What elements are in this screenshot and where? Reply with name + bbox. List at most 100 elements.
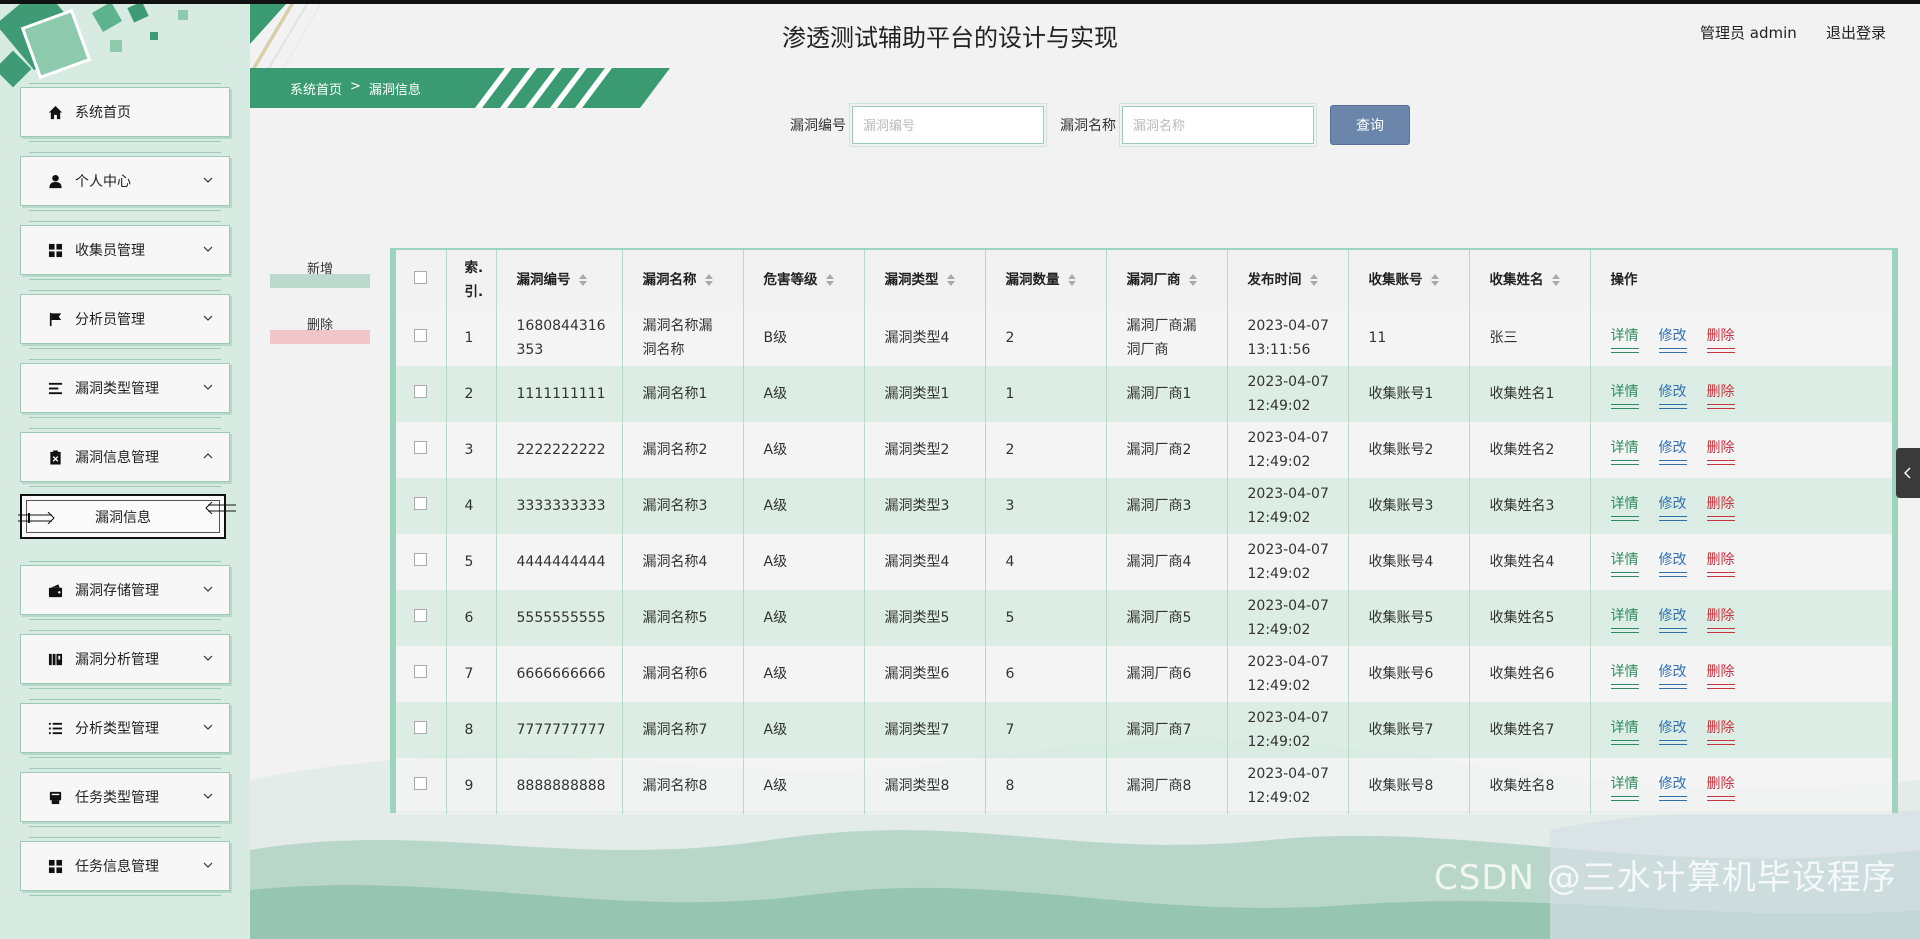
sidebar-item-task-info-management[interactable]: 任务信息管理 <box>20 837 230 896</box>
delete-link[interactable]: 删除 <box>1706 660 1735 689</box>
sidebar-item-home[interactable]: 系统首页 <box>20 83 230 142</box>
cell-index: 2 <box>446 366 497 422</box>
select-all-checkbox[interactable] <box>414 271 428 284</box>
detail-link[interactable]: 详情 <box>1610 716 1639 745</box>
cell-collector-name-text: 收集姓名7 <box>1489 722 1555 738</box>
cell-severity-text: A级 <box>763 722 788 738</box>
vuln-code-input[interactable] <box>849 103 1047 147</box>
edit-link[interactable]: 修改 <box>1658 436 1687 465</box>
cell-severity: A级 <box>743 702 865 758</box>
detail-link[interactable]: 详情 <box>1610 380 1639 409</box>
edit-link[interactable]: 修改 <box>1658 380 1687 409</box>
edit-link[interactable]: 修改 <box>1658 716 1687 745</box>
cell-vuln-name: 漏洞名称8 <box>622 758 744 814</box>
row-checkbox[interactable] <box>414 721 428 734</box>
sidebar-item-analyst-management[interactable]: 分析员管理 <box>20 290 230 349</box>
row-checkbox[interactable] <box>414 777 428 790</box>
cell-vuln-type-text: 漏洞类型2 <box>884 442 950 458</box>
cell-collector-account-text: 收集账号7 <box>1368 722 1434 738</box>
detail-link[interactable]: 详情 <box>1610 492 1639 521</box>
delete-link[interactable]: 删除 <box>1706 492 1735 521</box>
header-vendor[interactable]: 漏洞厂商 <box>1106 250 1228 310</box>
detail-link[interactable]: 详情 <box>1610 436 1639 465</box>
collapse-handle[interactable] <box>1896 448 1920 498</box>
cell-vuln-name-text: 漏洞名称3 <box>642 498 708 514</box>
cell-vuln-type: 漏洞类型5 <box>864 590 986 646</box>
sidebar-item-task-type-management[interactable]: 任务类型管理 <box>20 768 230 827</box>
cell-publish-time-text: 2023-04-07 <box>1247 654 1329 670</box>
query-button[interactable]: 查询 <box>1330 105 1410 145</box>
header-vuln-name[interactable]: 漏洞名称 <box>622 250 744 310</box>
row-checkbox[interactable] <box>414 385 428 398</box>
detail-link[interactable]: 详情 <box>1610 772 1639 801</box>
sidebar-item-label: 个人中心 <box>75 174 131 190</box>
delete-link[interactable]: 删除 <box>1706 604 1735 633</box>
row-checkbox[interactable] <box>414 497 428 510</box>
grid-icon <box>47 858 63 874</box>
cell-vendor-text: 漏洞厂商7 <box>1126 722 1192 738</box>
breadcrumb-home[interactable]: 系统首页 <box>290 79 342 98</box>
cell-collector-name-text: 收集姓名6 <box>1489 666 1555 682</box>
edit-link[interactable]: 修改 <box>1658 772 1687 801</box>
logout-link[interactable]: 退出登录 <box>1826 22 1886 43</box>
detail-link[interactable]: 详情 <box>1610 324 1639 353</box>
sidebar-item-vuln-info-management[interactable]: 漏洞信息管理 <box>20 428 230 487</box>
cell-vuln-code-text: 7777777777 <box>516 722 606 738</box>
cell-collector-name-text: 收集姓名2 <box>1489 442 1555 458</box>
delete-selected-button[interactable]: 删除 <box>270 314 370 344</box>
cell-publish-time-text: 2023-04-07 <box>1247 766 1329 782</box>
header-collector-account[interactable]: 收集账号 <box>1348 250 1470 310</box>
cell-operations: 详情 修改 删除 <box>1590 366 1892 422</box>
detail-link[interactable]: 详情 <box>1610 604 1639 633</box>
sidebar-item-personal-center[interactable]: 个人中心 <box>20 152 230 211</box>
flag-icon <box>47 311 63 327</box>
breadcrumb: 系统首页 > 漏洞信息 <box>290 79 421 98</box>
sidebar-item-vuln-analysis-management[interactable]: 漏洞分析管理 <box>20 630 230 689</box>
sidebar-item-vuln-type-management[interactable]: 漏洞类型管理 <box>20 359 230 418</box>
cell-operations: 详情 修改 删除 <box>1590 478 1892 534</box>
cell-severity-text: A级 <box>763 498 788 514</box>
cell-collector-account-text: 收集账号5 <box>1368 610 1434 626</box>
edit-link[interactable]: 修改 <box>1658 548 1687 577</box>
row-checkbox[interactable] <box>414 553 428 566</box>
vuln-name-input[interactable] <box>1119 103 1317 147</box>
cell-vendor-text: 漏洞厂商3 <box>1126 498 1192 514</box>
cell-vuln-count: 6 <box>985 646 1107 702</box>
cell-vendor-text: 漏洞厂商漏 <box>1126 318 1197 334</box>
row-checkbox[interactable] <box>414 665 428 678</box>
header-severity[interactable]: 危害等级 <box>743 250 865 310</box>
sidebar-subitem-vuln-info[interactable]: 漏洞信息 <box>18 494 236 539</box>
delete-link[interactable]: 删除 <box>1706 436 1735 465</box>
delete-link[interactable]: 删除 <box>1706 716 1735 745</box>
delete-link[interactable]: 删除 <box>1706 380 1735 409</box>
edit-link[interactable]: 修改 <box>1658 492 1687 521</box>
sidebar-item-analysis-type-management[interactable]: 分析类型管理 <box>20 699 230 758</box>
detail-link[interactable]: 详情 <box>1610 548 1639 577</box>
edit-link[interactable]: 修改 <box>1658 604 1687 633</box>
cell-severity: A级 <box>743 422 865 478</box>
cell-publish-time-text-line2: 12:49:02 <box>1247 510 1311 526</box>
cell-index: 7 <box>446 646 497 702</box>
add-button[interactable]: 新增 <box>270 258 370 288</box>
sidebar-item-collector-management[interactable]: 收集员管理 <box>20 221 230 280</box>
header-vuln-type[interactable]: 漏洞类型 <box>864 250 986 310</box>
cell-vendor: 漏洞厂商7 <box>1106 702 1228 758</box>
delete-link[interactable]: 删除 <box>1706 548 1735 577</box>
header-vuln-count[interactable]: 漏洞数量 <box>985 250 1107 310</box>
row-checkbox[interactable] <box>414 609 428 622</box>
wallet-icon <box>47 582 63 598</box>
delete-link[interactable]: 删除 <box>1706 772 1735 801</box>
detail-link[interactable]: 详情 <box>1610 660 1639 689</box>
edit-link[interactable]: 修改 <box>1658 324 1687 353</box>
row-checkbox[interactable] <box>414 329 428 342</box>
cell-vuln-code-text: 8888888888 <box>516 778 606 794</box>
edit-link[interactable]: 修改 <box>1658 660 1687 689</box>
row-checkbox[interactable] <box>414 441 428 454</box>
header-publish-time[interactable]: 发布时间 <box>1227 250 1349 310</box>
delete-link[interactable]: 删除 <box>1706 324 1735 353</box>
header-collector-name[interactable]: 收集姓名 <box>1469 250 1591 310</box>
header-vuln-code[interactable]: 漏洞编号 <box>496 250 623 310</box>
sidebar-item-vuln-storage-management[interactable]: 漏洞存储管理 <box>20 561 230 620</box>
cell-vendor-text: 漏洞厂商6 <box>1126 666 1192 682</box>
table-row: 6 5555555555 漏洞名称5 A级 漏洞类型5 5 漏洞厂商5 2023-04-07 1… <box>396 590 1892 646</box>
